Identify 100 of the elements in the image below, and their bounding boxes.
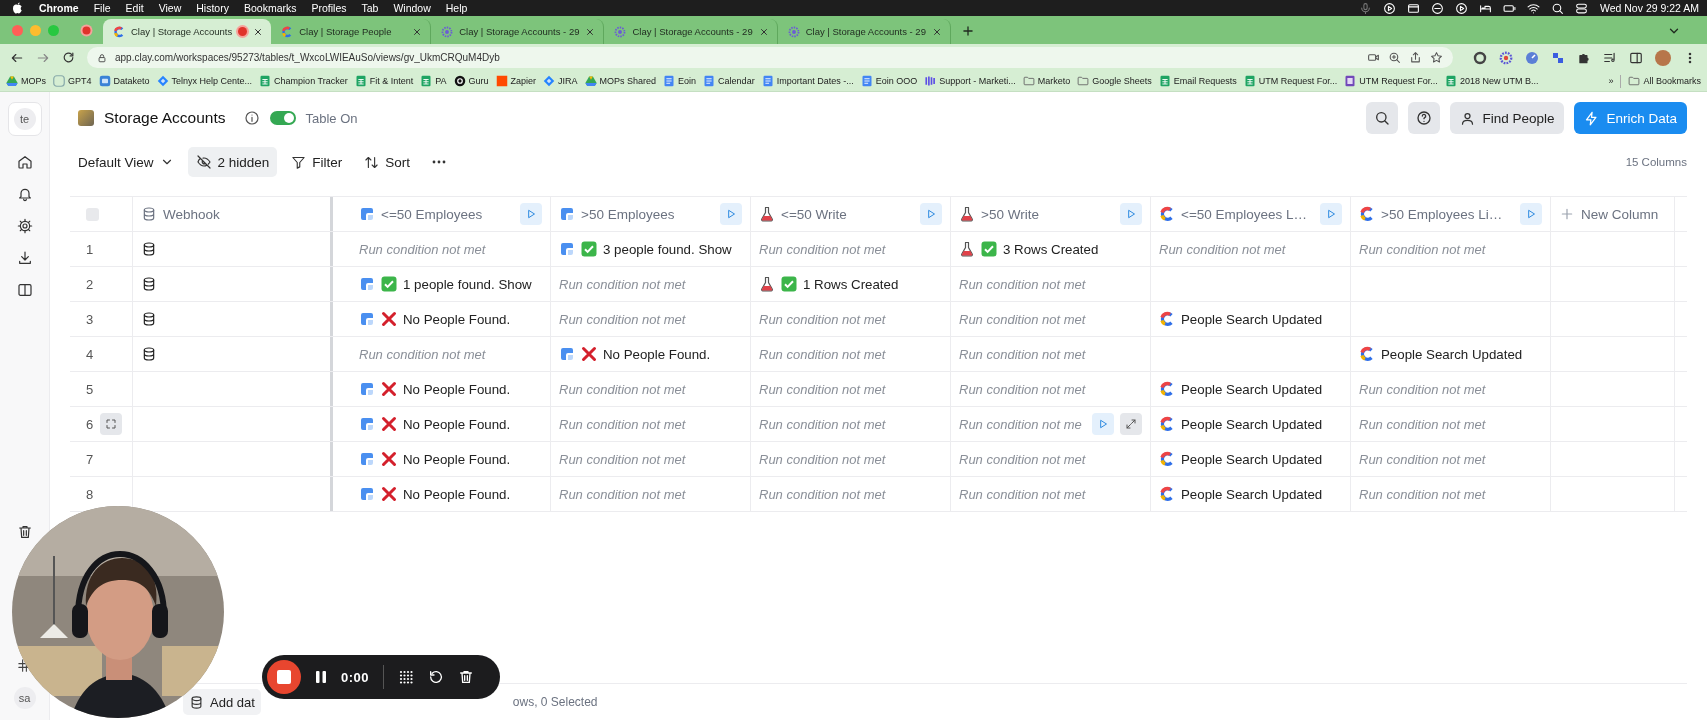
home-icon[interactable] [16, 154, 33, 170]
bookmark-link[interactable]: Dataketo [113, 76, 150, 86]
window-icon[interactable] [1406, 1, 1420, 15]
run-button[interactable] [1120, 203, 1142, 225]
close-icon[interactable] [585, 26, 596, 37]
menu-item[interactable]: Tab [361, 2, 379, 14]
run-button[interactable] [920, 203, 942, 225]
bookmark-link[interactable]: Zapier [510, 76, 537, 86]
info-icon[interactable] [243, 110, 260, 126]
bookmark-link[interactable]: 2018 New UTM B... [1459, 76, 1539, 86]
bookmark-link[interactable]: PA [435, 76, 447, 86]
bookmark-link[interactable]: JIRA [558, 76, 578, 86]
close-icon[interactable] [758, 26, 769, 37]
column-header[interactable]: <=50 Employees L… [1151, 197, 1351, 231]
menu-item[interactable]: Edit [125, 2, 144, 14]
wifi-icon[interactable] [1526, 1, 1540, 15]
column-header[interactable]: >50 Employees [551, 197, 751, 231]
bookmark-link[interactable]: Champion Tracker [274, 76, 348, 86]
user-avatar[interactable]: sa [13, 687, 36, 709]
menu-item[interactable]: Window [393, 2, 431, 14]
bookmark-link[interactable]: Support - Marketi... [939, 76, 1016, 86]
zoom-icon[interactable] [1388, 51, 1401, 64]
hidden-columns-button[interactable]: 2 hidden [187, 147, 278, 177]
bookmark-link[interactable]: UTM Request For... [1258, 76, 1338, 86]
address-bar[interactable]: app.clay.com/workspaces/95273/tables/t_WxcoLWIEAuSo/views/gv_UkmCRQuM4Dyb [87, 47, 1453, 68]
bookmark-link[interactable]: Fit & Intent [369, 76, 414, 86]
dots-grid-icon[interactable] [398, 669, 415, 685]
help-button[interactable] [1408, 102, 1441, 134]
ring-icon[interactable] [1473, 50, 1487, 65]
menu-item[interactable]: Profiles [311, 2, 347, 14]
new-tab-icon[interactable] [960, 24, 975, 38]
bookmark-link[interactable]: MOPs [21, 76, 46, 86]
filter-button[interactable]: Filter [283, 147, 351, 177]
side-panel-icon[interactable] [1629, 50, 1643, 65]
menu-item[interactable]: Bookmarks [243, 2, 297, 14]
pause-icon[interactable] [315, 670, 327, 684]
find-people-button[interactable]: Find People [1450, 102, 1565, 134]
gauge-icon[interactable] [1525, 50, 1539, 65]
play-circle-icon[interactable] [1454, 1, 1468, 15]
bookmark-link[interactable]: MOPs Shared [599, 76, 657, 86]
menu-item[interactable]: History [196, 2, 229, 14]
search-icon[interactable] [1550, 1, 1564, 15]
apple-icon[interactable] [12, 2, 23, 14]
microphone-icon[interactable] [1358, 1, 1372, 15]
menu-item[interactable]: Help [445, 2, 468, 14]
run-button[interactable] [1520, 203, 1542, 225]
bookmark-link[interactable]: Guru [468, 76, 489, 86]
playlist-icon[interactable] [1603, 50, 1617, 65]
expand-cell-button[interactable] [1120, 413, 1142, 435]
run-button[interactable] [1092, 413, 1114, 435]
bookmark-link[interactable]: Eoin [678, 76, 697, 86]
bookmark-link[interactable]: Telnyx Help Cente... [171, 76, 253, 86]
bell-icon[interactable] [16, 186, 33, 202]
bookmark-link[interactable]: Email Requests [1173, 76, 1237, 86]
control-center-icon[interactable] [1574, 1, 1588, 15]
more-bookmarks-button[interactable]: » [1608, 76, 1614, 86]
clock-text[interactable]: Wed Nov 29 9:22 AM [1599, 2, 1699, 14]
bookmark-link[interactable]: Eoin OOO [875, 76, 918, 86]
trash-icon[interactable] [16, 524, 33, 540]
menu-item[interactable]: View [158, 2, 182, 14]
run-button[interactable] [520, 203, 542, 225]
bookmark-link[interactable]: All Bookmarks [1643, 76, 1701, 86]
minus-circle-icon[interactable] [1430, 1, 1444, 15]
table-toggle[interactable] [269, 111, 296, 125]
bookmark-link[interactable]: GPT4 [68, 76, 92, 86]
restart-icon[interactable] [428, 669, 445, 685]
bookmark-link[interactable]: Calendar [718, 76, 755, 86]
extension-icon[interactable] [1551, 50, 1565, 65]
menu-item[interactable]: Chrome [39, 2, 79, 14]
close-icon[interactable] [412, 26, 423, 37]
column-header[interactable]: New Column [1551, 197, 1675, 231]
settings-icon[interactable] [16, 218, 33, 234]
column-header[interactable]: >50 Write [951, 197, 1151, 231]
column-header[interactable]: <=50 Employees [333, 197, 551, 231]
search-button[interactable] [1366, 102, 1399, 134]
download-icon[interactable] [16, 250, 33, 266]
bookmark-link[interactable]: UTM Request For... [1359, 76, 1438, 86]
run-button[interactable] [1320, 203, 1342, 225]
stop-recording-button[interactable] [267, 660, 301, 694]
gear-icon[interactable] [1499, 50, 1513, 65]
reload-icon[interactable] [62, 51, 75, 64]
menu-item[interactable]: File [93, 2, 111, 14]
column-header[interactable]: >50 Employees Li… [1351, 197, 1551, 231]
workspace-switcher[interactable]: te [7, 102, 42, 136]
column-header[interactable]: <=50 Write [751, 197, 951, 231]
profile-avatar[interactable] [1655, 49, 1671, 66]
add-data-button[interactable]: Add dat [183, 689, 261, 715]
share-icon[interactable] [1409, 51, 1422, 64]
run-button[interactable] [720, 203, 742, 225]
column-header[interactable]: Webhook [133, 197, 333, 231]
camera-icon[interactable] [1367, 51, 1380, 64]
expand-row-button[interactable] [100, 413, 122, 435]
panel-icon[interactable] [16, 282, 33, 298]
bookmark-link[interactable]: Important Dates -... [776, 76, 854, 86]
star-icon[interactable] [1430, 51, 1443, 64]
sort-button[interactable]: Sort [356, 147, 419, 177]
trash-icon[interactable] [458, 669, 475, 685]
bookmark-link[interactable]: Google Sheets [1092, 76, 1152, 86]
browser-tab[interactable]: Clay | Storage Accounts [103, 19, 272, 44]
view-dropdown[interactable]: Default View [70, 147, 182, 177]
